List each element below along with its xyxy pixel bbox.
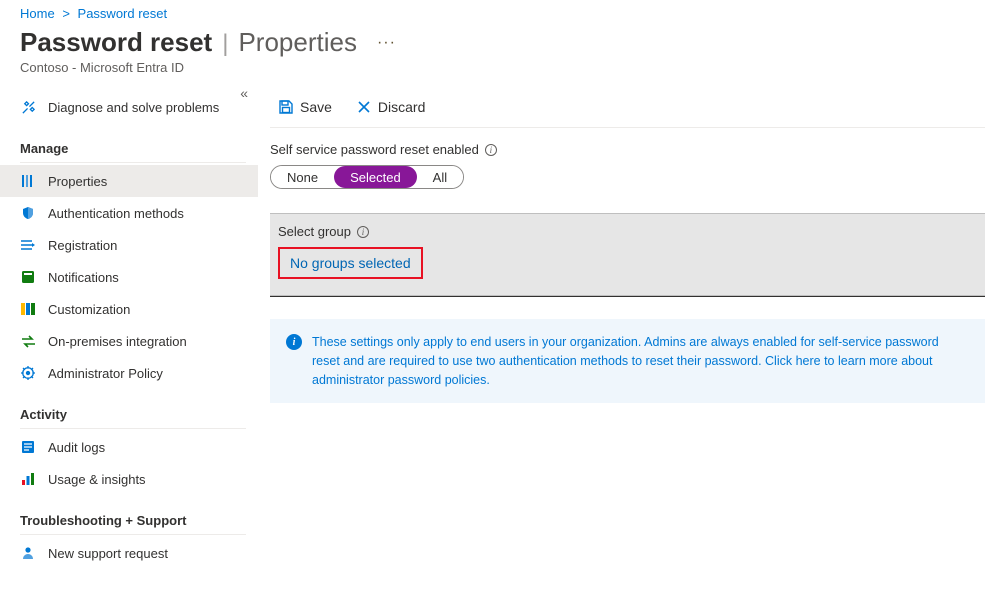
breadcrumb: Home > Password reset [0,0,997,25]
sidebar-item-label: Authentication methods [48,206,184,221]
collapse-sidebar-button[interactable]: « [240,85,248,101]
info-banner-icon: i [286,334,302,350]
sidebar-item-label: On-premises integration [48,334,187,349]
no-groups-selected-link[interactable]: No groups selected [290,255,411,271]
sidebar-item-audit-logs[interactable]: Audit logs [0,431,258,463]
sidebar-item-label: Registration [48,238,117,253]
sidebar-divider [20,534,246,535]
sidebar-item-auth-methods[interactable]: Authentication methods [0,197,258,229]
sidebar-item-label: Properties [48,174,107,189]
select-group-label: Select group i [278,224,977,239]
customization-icon [20,301,36,317]
more-actions-button[interactable]: ··· [373,34,400,52]
notifications-icon [20,269,36,285]
page-subtitle: Contoso - Microsoft Entra ID [20,60,977,75]
save-button[interactable]: Save [274,97,336,117]
sidebar-heading-manage: Manage [0,133,258,160]
sidebar-heading-activity: Activity [0,399,258,426]
sidebar-item-label: Usage & insights [48,472,146,487]
info-banner-text[interactable]: These settings only apply to end users i… [312,333,969,389]
breadcrumb-current[interactable]: Password reset [78,6,168,21]
sidebar-item-label: Administrator Policy [48,366,163,381]
discard-label: Discard [378,99,425,115]
chart-icon [20,471,36,487]
page-title-main: Password reset [20,27,212,58]
no-groups-highlight: No groups selected [278,247,423,279]
registration-icon [20,237,36,253]
breadcrumb-home[interactable]: Home [20,6,55,21]
shield-icon [20,205,36,221]
sidebar-item-customization[interactable]: Customization [0,293,258,325]
page-title-separator: | [222,30,228,58]
sspr-option-selected[interactable]: Selected [334,166,417,188]
info-icon[interactable]: i [485,144,497,156]
sspr-option-all[interactable]: All [417,166,463,188]
diagnose-icon [20,99,36,115]
discard-icon [356,99,372,115]
sspr-option-none[interactable]: None [271,166,334,188]
info-icon[interactable]: i [357,226,369,238]
logs-icon [20,439,36,455]
select-group-section: Select group i No groups selected [270,213,985,296]
sidebar-item-new-support[interactable]: New support request [0,537,258,569]
sidebar-item-onprem[interactable]: On-premises integration [0,325,258,357]
sidebar-item-label: Customization [48,302,130,317]
sidebar-divider [20,428,246,429]
sidebar: « Diagnose and solve problems Manage Pro… [0,87,258,586]
main-content: Save Discard Self service password reset… [258,87,997,586]
breadcrumb-separator: > [62,6,70,21]
gear-icon [20,365,36,381]
support-icon [20,545,36,561]
sidebar-heading-support: Troubleshooting + Support [0,505,258,532]
sidebar-item-label: Audit logs [48,440,105,455]
sidebar-item-label: Diagnose and solve problems [48,100,219,115]
discard-button[interactable]: Discard [352,97,429,117]
sidebar-item-properties[interactable]: Properties [0,165,258,197]
sidebar-item-diagnose[interactable]: Diagnose and solve problems [0,91,258,123]
sspr-enabled-label: Self service password reset enabled i [270,142,985,157]
sidebar-item-label: Notifications [48,270,119,285]
page-header: Password reset | Properties ··· Contoso … [0,25,997,87]
page-title-sub: Properties [238,27,357,58]
info-banner: i These settings only apply to end users… [270,319,985,403]
sync-icon [20,333,36,349]
properties-icon [20,173,36,189]
toolbar: Save Discard [270,87,985,128]
sidebar-item-registration[interactable]: Registration [0,229,258,261]
sidebar-item-label: New support request [48,546,168,561]
sidebar-item-usage-insights[interactable]: Usage & insights [0,463,258,495]
sidebar-item-notifications[interactable]: Notifications [0,261,258,293]
sspr-option-group: None Selected All [270,165,464,189]
section-divider [270,296,985,297]
save-label: Save [300,99,332,115]
save-icon [278,99,294,115]
sidebar-item-admin-policy[interactable]: Administrator Policy [0,357,258,389]
sidebar-divider [20,162,246,163]
